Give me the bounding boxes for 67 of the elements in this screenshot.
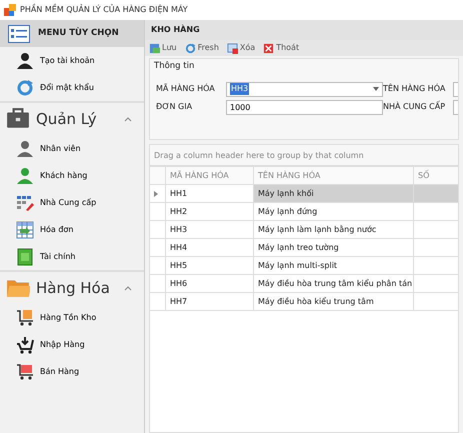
sidebar-item[interactable]: Hàng Tồn Kho [0, 304, 144, 331]
user-icon [16, 166, 34, 184]
field-label: MÃ HÀNG HÓA [156, 83, 216, 96]
row-indicator-cell[interactable] [150, 275, 166, 293]
toolbar-button[interactable]: Fresh [184, 42, 219, 54]
sidebar-item[interactable]: Đổi mật khẩu [0, 74, 144, 101]
cart-icon [16, 308, 34, 326]
dropdown-icon[interactable] [373, 87, 379, 92]
user-icon [16, 52, 34, 70]
table-icon [16, 220, 34, 238]
table-cell: Máy điều hòa kiểu trung tâm [254, 293, 414, 311]
table-cell: HH7 [166, 293, 254, 311]
row-indicator-cell[interactable] [150, 203, 166, 221]
collapse-icon[interactable] [124, 116, 132, 122]
toolbar-button[interactable]: Thoát [263, 42, 300, 54]
sidebar-item[interactable]: Bán Hàng [0, 358, 144, 385]
delete-icon [226, 42, 238, 54]
row-indicator-cell[interactable] [150, 185, 166, 203]
collapse-icon[interactable] [124, 285, 132, 291]
money-icon [16, 248, 34, 266]
table-cell: Máy lạnh multi-split [254, 257, 414, 275]
table-cell: Máy lạnh đứng [254, 203, 414, 221]
sidebar-item[interactable]: Nhà Cung cấp [0, 189, 144, 216]
table-cell: HH4 [166, 239, 254, 257]
cart-icon [16, 336, 34, 354]
sidebar-item[interactable]: Hóa đơn [0, 216, 144, 243]
column-header[interactable]: SỐ [414, 167, 458, 185]
menu-icon [8, 24, 30, 42]
group-title: Thông tin [153, 60, 196, 73]
exit-icon [263, 42, 274, 54]
sidebar-item[interactable]: Nhân viên [0, 135, 144, 162]
table-cell: HH6 [166, 275, 254, 293]
field-label: NHÀ CUNG CẤP [383, 101, 446, 114]
group-header[interactable]: Quản Lý [0, 101, 144, 135]
panel-title: KHO HÀNG [145, 20, 463, 40]
cart-icon [16, 362, 34, 380]
field-label: TÊN HÀNG HÓA [383, 83, 446, 96]
input-field[interactable]: 1000 [226, 100, 383, 115]
row-indicator-cell[interactable] [150, 293, 166, 311]
row-indicator-cell[interactable] [150, 221, 166, 239]
group-header[interactable]: Hàng Hóa [0, 270, 144, 304]
sidebar-item[interactable]: Tài chính [0, 243, 144, 270]
table-cell: Máy điều hòa trung tâm kiểu phân tán [254, 275, 414, 293]
sidebar-item[interactable]: Khách hàng [0, 162, 144, 189]
field-label: ĐƠN GIA [156, 101, 194, 114]
row-indicator-cell[interactable] [150, 257, 166, 275]
table-cell: HH5 [166, 257, 254, 275]
table-cell: Máy lạnh khối [254, 185, 414, 203]
user-icon [16, 140, 34, 158]
toolbar-button[interactable]: Xóa [226, 42, 256, 54]
app-logo-icon [4, 4, 16, 16]
group-by-hint: Drag a column header here to group by that column [149, 144, 459, 166]
refresh-icon [184, 42, 196, 54]
window-title: PHẦN MỀM QUẢN LÝ CỦA HÀNG ĐIỆN MÁY [20, 4, 188, 16]
refresh-icon [16, 78, 34, 96]
sidebar-item[interactable]: Tạo tài khoản [0, 47, 144, 74]
table-cell: Máy lạnh làm lạnh bằng nước [254, 221, 414, 239]
grid-icon [16, 194, 34, 212]
sidebar-item[interactable]: Nhập Hàng [0, 331, 144, 358]
save-icon [149, 42, 160, 54]
toolbar-button[interactable]: Lưu [149, 42, 177, 54]
row-indicator-cell[interactable] [150, 239, 166, 257]
menu-title: MENU TÙY CHỌN [38, 27, 119, 40]
combo-box[interactable]: HH3 [226, 82, 383, 97]
table-cell: HH3 [166, 221, 254, 239]
table-cell: HH2 [166, 203, 254, 221]
table-cell: Máy lạnh treo tường [254, 239, 414, 257]
